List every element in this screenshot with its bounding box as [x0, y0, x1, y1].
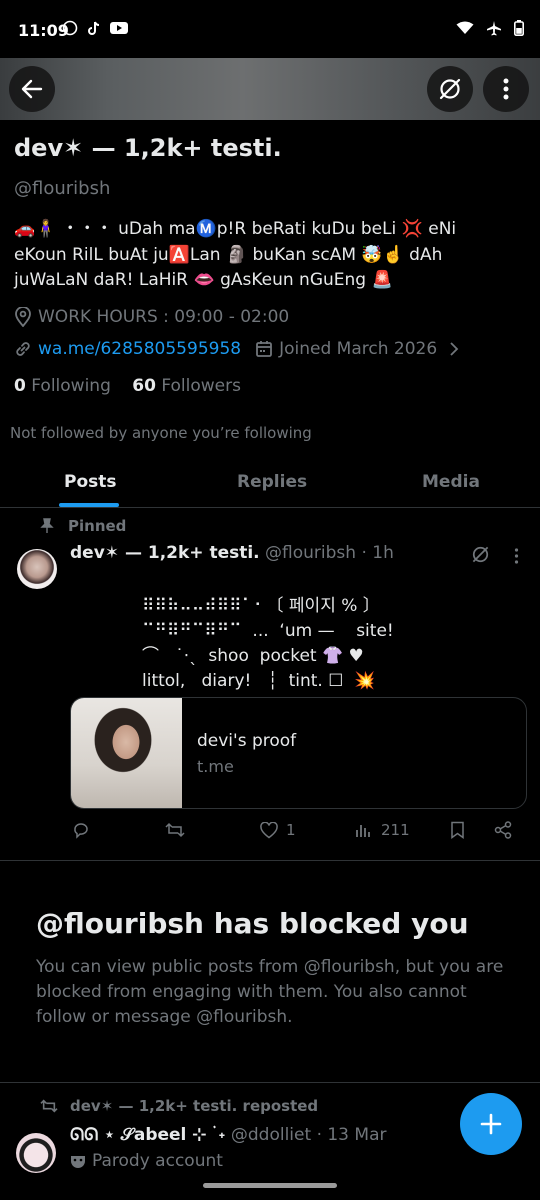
share-icon	[494, 821, 512, 839]
following-link[interactable]: 0 Following	[14, 376, 111, 396]
back-button[interactable]	[9, 66, 55, 112]
link-card-image	[71, 698, 182, 808]
repost-author-handle[interactable]: @ddolliet	[231, 1125, 311, 1145]
view-count: 211	[381, 821, 410, 839]
link-card-title: devi's proof	[197, 731, 297, 751]
status-bar: 11:09	[0, 0, 540, 58]
profile-bio: 🚗🧍‍♀️ ・・・ uDah maⓂ️p!R beRati kuDu beLi …	[14, 219, 457, 290]
location-row: WORK HOURS : 09:00 - 02:00	[14, 307, 289, 327]
joined-date: Joined March 2026	[279, 339, 438, 359]
location-pin-icon	[15, 307, 31, 327]
blocked-text: You can view public posts from @flouribs…	[36, 957, 504, 1027]
blocked-divider	[0, 1082, 540, 1083]
post-header: dev✶ — 1,2k+ testi. @flouribsh · 1h	[70, 543, 394, 563]
repost-small-icon	[40, 1099, 58, 1113]
like-count: 1	[286, 821, 296, 839]
calendar-icon	[256, 341, 272, 357]
links-row: wa.me/6285805595958 Joined March 2026	[14, 339, 461, 359]
home-indicator[interactable]	[203, 1183, 337, 1188]
grok-button[interactable]	[427, 66, 473, 112]
repost-time: · 13 Mar	[316, 1125, 387, 1145]
airplane-icon	[487, 21, 501, 36]
repost-author-avatar[interactable]	[16, 1133, 56, 1173]
post-time: · 1h	[361, 543, 394, 563]
author-avatar[interactable]	[17, 549, 57, 589]
blocked-title: @flouribsh has blocked you	[36, 907, 469, 940]
link-card-domain: t.me	[197, 757, 234, 776]
post-text: ⠿⠿⠷⠤⠤⠾⠿⠿⠁⠂〔 페이지 % 〕 ⠉⠛⠿⠛⠉⠿⠛⠉ ... ‘um — s…	[142, 596, 394, 691]
pin-icon	[40, 518, 54, 533]
views-button[interactable]: 211	[355, 821, 410, 839]
heart-icon	[260, 821, 278, 838]
repost-indicator: dev✶ — 1,2k+ testi. reposted	[40, 1097, 318, 1115]
back-arrow-icon	[21, 79, 43, 99]
profile-name: dev✶ — 1,2k+ testi.	[14, 134, 282, 162]
repost-icon	[165, 822, 185, 838]
followers-link[interactable]: 60 Followers	[132, 376, 241, 396]
website-link[interactable]: wa.me/6285805595958	[38, 339, 241, 359]
post-author-name[interactable]: dev✶ — 1,2k+ testi.	[70, 543, 260, 563]
post-divider	[0, 860, 540, 861]
active-tab-indicator	[59, 503, 119, 507]
plus-icon	[480, 1113, 502, 1135]
profile-tabs: Posts Replies Media	[0, 460, 540, 508]
followers-label: Followers	[161, 376, 241, 396]
parody-label: Parody account	[92, 1151, 223, 1171]
tab-posts[interactable]: Posts	[64, 472, 117, 492]
bookmark-button[interactable]	[450, 821, 465, 839]
link-icon	[16, 342, 30, 356]
like-button[interactable]: 1	[260, 821, 296, 839]
parody-mask-icon	[71, 1156, 85, 1168]
tab-media[interactable]: Media	[422, 472, 480, 492]
post-more-icon[interactable]	[514, 548, 519, 564]
more-options-button[interactable]	[483, 66, 529, 112]
repost-post-header: ᘏᘏ ⋆ 𝒮abeel ⊹ ࣪ ˖ @ddolliet · 13 Mar	[70, 1125, 386, 1145]
tab-replies[interactable]: Replies	[237, 472, 307, 492]
grok-icon	[439, 78, 461, 100]
profile-handle: @flouribsh	[14, 178, 111, 199]
repost-label: dev✶ — 1,2k+ testi. reposted	[70, 1097, 319, 1115]
pinned-label: Pinned	[68, 517, 127, 535]
followers-count: 60	[132, 376, 156, 396]
more-vertical-icon	[503, 78, 509, 100]
compose-button[interactable]	[460, 1093, 522, 1155]
views-chart-icon	[356, 825, 370, 837]
repost-button[interactable]	[165, 821, 185, 839]
link-card[interactable]: devi's proof t.me	[70, 697, 527, 809]
location-text: WORK HOURS : 09:00 - 02:00	[38, 307, 290, 327]
following-label: Following	[31, 376, 111, 396]
follow-stats: 0 Following 60 Followers	[14, 376, 241, 396]
grok-post-icon[interactable]	[471, 545, 490, 564]
post-author-handle[interactable]: @flouribsh	[265, 543, 356, 563]
wifi-icon	[456, 21, 474, 34]
parody-badge: Parody account	[70, 1151, 223, 1171]
chevron-right-icon[interactable]	[447, 342, 461, 356]
reply-icon	[74, 823, 88, 839]
reply-button[interactable]	[72, 821, 90, 839]
share-button[interactable]	[494, 821, 512, 839]
bookmark-icon	[451, 821, 464, 839]
pinned-indicator: Pinned	[40, 517, 126, 535]
battery-icon	[514, 20, 524, 36]
not-followed-text: Not followed by anyone you’re following	[10, 424, 312, 442]
repost-author-name[interactable]: ᘏᘏ ⋆ 𝒮abeel ⊹ ࣪ ˖	[70, 1125, 225, 1145]
following-count: 0	[14, 376, 26, 396]
youtube-icon	[110, 22, 128, 34]
tiktok-icon	[88, 21, 100, 35]
whatsapp-icon	[62, 20, 78, 36]
